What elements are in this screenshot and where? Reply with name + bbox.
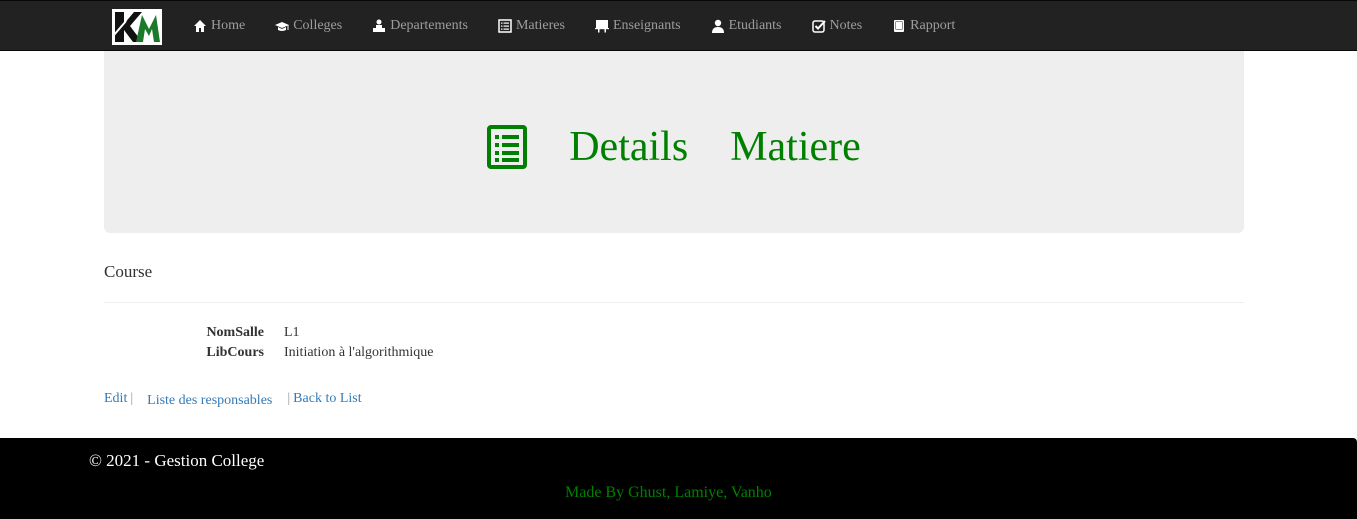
nav-item-label: Colleges [293,18,343,33]
check-square-icon [811,20,826,33]
nav-item-label: Notes [829,18,863,33]
home-icon [194,20,206,32]
nav-item-enseignants[interactable]: Enseignants [580,1,696,51]
detail-row-nomsalle: NomSalle L1 [104,323,434,343]
nav-item-rapport[interactable]: Rapport [877,1,970,51]
footer-copyright: © 2021 - Gestion College [89,451,265,470]
blackboard-icon [594,20,609,33]
title-word-matiere: Matiere [730,124,861,170]
nav-item-label: Matieres [515,18,565,33]
footer-credits: Made By Ghust, Lamiye, Vanho [565,484,772,501]
detail-row-libcours: LibCours Initiation à l'algorithmique [104,343,434,363]
nav-item-colleges[interactable]: Colleges [260,1,357,51]
nav-item-label: Etudiants [728,18,782,33]
back-to-list-link[interactable]: Back to List [293,391,361,407]
detail-label: NomSalle [206,325,264,340]
nav-menu: Home Colleges Departements Matieres Ense… [178,1,970,51]
list-alt-icon [487,125,528,169]
edit-link[interactable]: Edit [104,391,127,407]
nav-item-departements[interactable]: Departements [357,1,483,51]
detail-label: LibCours [206,345,264,360]
section-title: Course [104,262,153,281]
top-navbar: Home Colleges Departements Matieres Ense… [0,0,1357,51]
book-icon [894,20,905,32]
building-icon [373,19,386,32]
separator: | [130,391,134,406]
nav-item-label: Rapport [910,18,956,33]
liste-responsables-link[interactable]: Liste des responsables [147,393,272,409]
nav-item-label: Home [211,18,246,33]
jumbotron: Details Matiere [104,51,1244,233]
nav-item-etudiants[interactable]: Etudiants [696,1,797,51]
nav-item-label: Departements [390,18,468,33]
title-word-details: Details [569,124,689,170]
detail-value: Initiation à l'algorithmique [284,345,434,360]
divider [104,302,1244,303]
separator: | [287,391,291,406]
brand-logo[interactable] [112,9,162,45]
user-icon [711,19,724,33]
nav-item-matieres[interactable]: Matieres [483,1,580,51]
nav-item-home[interactable]: Home [178,1,260,51]
footer: © 2021 - Gestion College Made By Ghust, … [0,438,1357,519]
list-icon [498,19,512,33]
nav-item-label: Enseignants [612,18,681,33]
details-list: NomSalle L1 LibCours Initiation à l'algo… [104,323,434,363]
detail-value: L1 [284,325,300,340]
graduation-cap-icon [275,22,290,31]
km-logo-icon [112,9,162,45]
action-links: Edit | Liste des responsables | Back to … [104,389,362,409]
page-title: Details Matiere [104,117,1244,177]
nav-item-notes[interactable]: Notes [797,1,878,51]
